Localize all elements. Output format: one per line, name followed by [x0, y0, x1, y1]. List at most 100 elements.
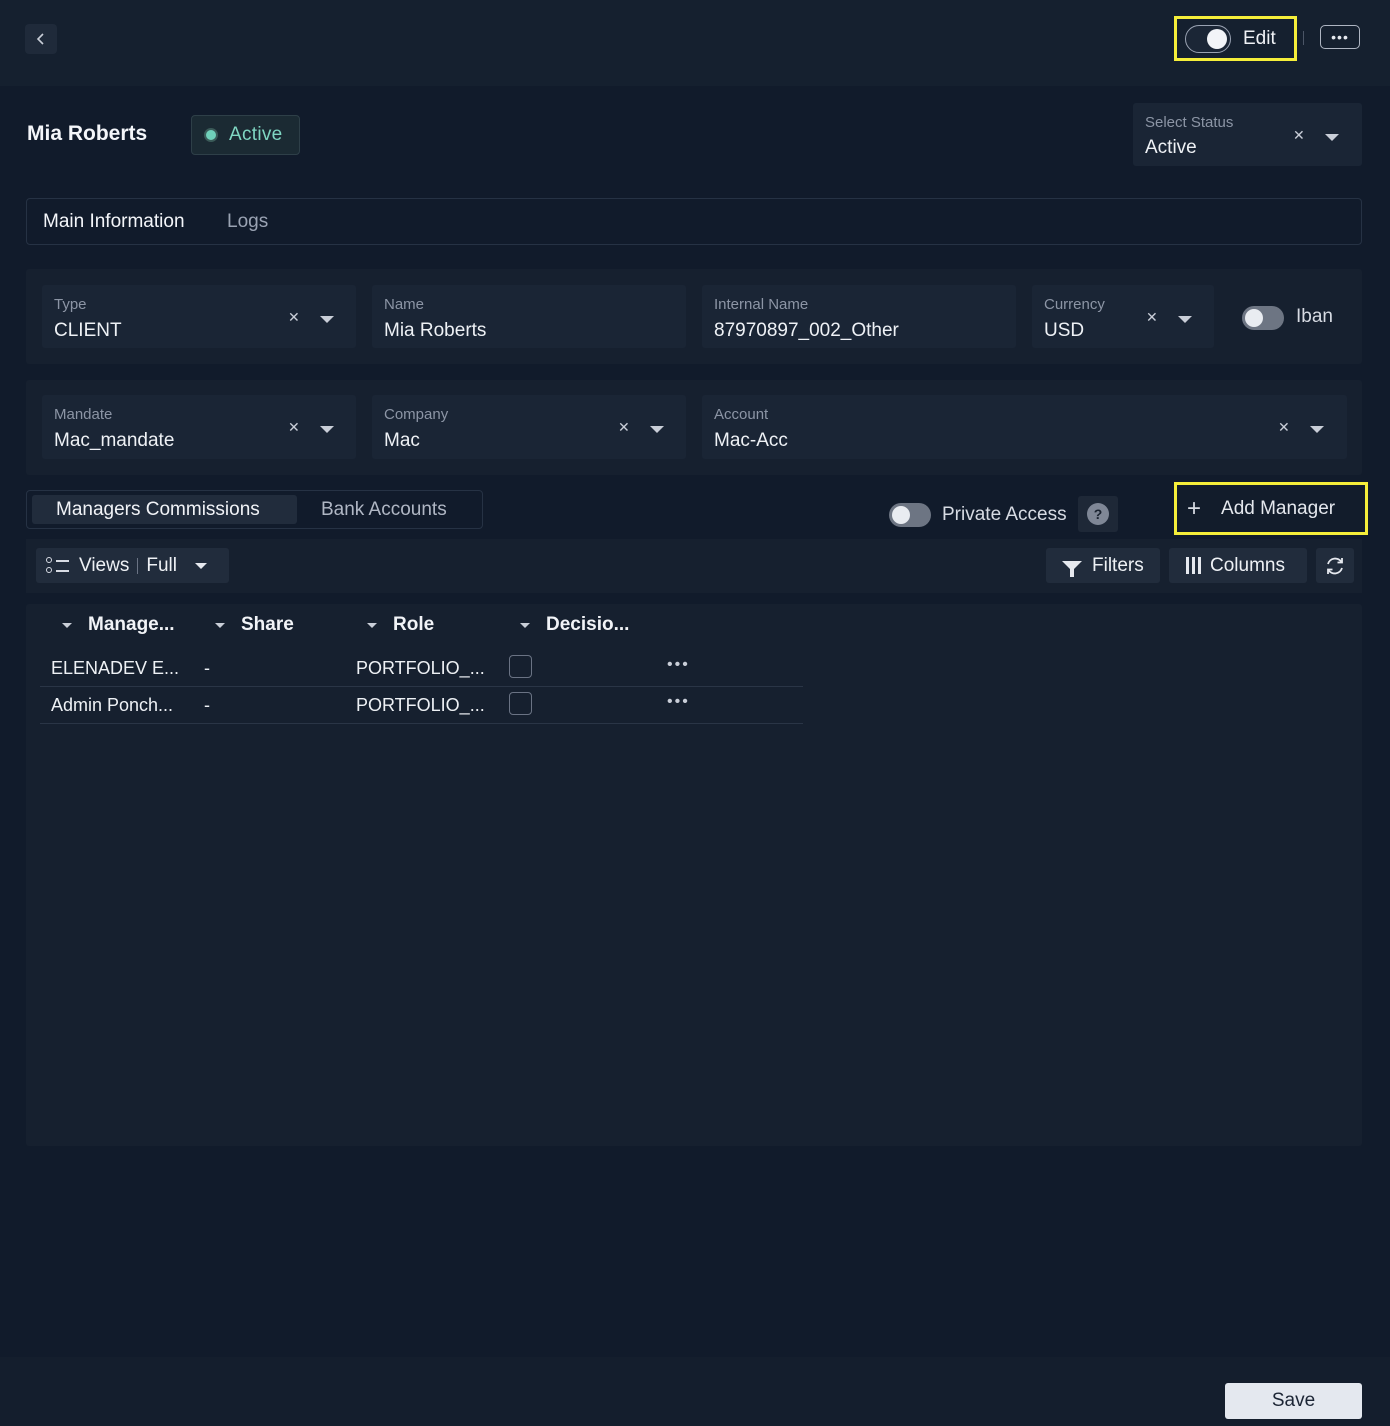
- views-dropdown[interactable]: Views Full: [36, 548, 229, 583]
- sort-icon[interactable]: [62, 622, 72, 628]
- refresh-button[interactable]: [1316, 548, 1354, 583]
- company-dropdown[interactable]: Company Mac ✕: [372, 395, 686, 459]
- name-value: Mia Roberts: [384, 320, 487, 341]
- caret-down-icon: [194, 562, 207, 569]
- caret-down-icon[interactable]: [650, 426, 664, 433]
- type-value: CLIENT: [54, 320, 122, 341]
- sub-tabs: Managers Commissions Bank Accounts: [26, 490, 483, 529]
- share-cell: -: [204, 695, 210, 715]
- plus-icon: +: [1187, 494, 1202, 522]
- private-access-label: Private Access: [942, 504, 1067, 525]
- row-actions-icon[interactable]: •••: [667, 693, 690, 711]
- decision-checkbox[interactable]: [509, 692, 532, 715]
- filters-button[interactable]: Filters: [1046, 548, 1160, 583]
- mandate-value: Mac_mandate: [54, 430, 175, 451]
- page-title: Mia Roberts: [27, 122, 148, 145]
- manager-cell: Admin Ponch...: [51, 695, 174, 715]
- mandate-dropdown[interactable]: Mandate Mac_mandate ✕: [42, 395, 356, 459]
- row-actions-icon[interactable]: •••: [667, 656, 690, 674]
- sort-icon[interactable]: [367, 622, 377, 628]
- select-status-dropdown[interactable]: Select Status Active ✕: [1133, 103, 1362, 166]
- ellipsis-icon: •••: [1331, 29, 1349, 45]
- role-cell: PORTFOLIO_...: [356, 658, 485, 678]
- internal-name-value: 87970897_002_Other: [714, 320, 899, 341]
- sort-icon[interactable]: [520, 622, 530, 628]
- column-header-decision[interactable]: Decisio...: [520, 614, 629, 636]
- views-value: Full: [146, 554, 177, 576]
- list-icon: [46, 556, 70, 575]
- clear-icon[interactable]: ✕: [1293, 127, 1305, 144]
- add-manager-button[interactable]: + Add Manager: [1174, 482, 1368, 535]
- account-dropdown[interactable]: Account Mac-Acc ✕: [702, 395, 1347, 459]
- name-label: Name: [384, 296, 425, 313]
- sort-icon[interactable]: [215, 622, 225, 628]
- account-value: Mac-Acc: [714, 430, 788, 451]
- account-label: Account: [714, 406, 769, 423]
- select-status-value: Active: [1145, 137, 1197, 158]
- help-icon: ?: [1087, 503, 1109, 525]
- refresh-icon: [1327, 557, 1343, 574]
- clear-icon[interactable]: ✕: [1146, 309, 1158, 326]
- decision-checkbox[interactable]: [509, 655, 532, 678]
- columns-button[interactable]: Columns: [1169, 548, 1307, 583]
- edit-label: Edit: [1243, 27, 1276, 49]
- top-bar: Edit •••: [0, 0, 1390, 86]
- clear-icon[interactable]: ✕: [1278, 419, 1290, 436]
- clear-icon[interactable]: ✕: [288, 309, 300, 326]
- managers-grid: Manage... Share Role Decisio... ELENADEV…: [26, 604, 1362, 1146]
- edit-mode-toggle[interactable]: Edit: [1174, 16, 1297, 61]
- caret-down-icon[interactable]: [1325, 134, 1339, 141]
- role-cell: PORTFOLIO_...: [356, 695, 485, 715]
- tab-bank-accounts[interactable]: Bank Accounts: [321, 499, 447, 521]
- back-button[interactable]: [25, 24, 57, 54]
- manager-cell: ELENADEV E...: [51, 658, 180, 678]
- tab-main-information[interactable]: Main Information: [43, 211, 185, 233]
- views-label: Views: [79, 554, 130, 576]
- name-field[interactable]: Name Mia Roberts: [372, 285, 686, 348]
- filter-icon: [1062, 560, 1082, 577]
- company-value: Mac: [384, 430, 420, 451]
- tab-logs[interactable]: Logs: [227, 211, 268, 233]
- type-dropdown[interactable]: Type CLIENT ✕: [42, 285, 356, 348]
- tab-managers-commissions[interactable]: Managers Commissions: [32, 495, 297, 524]
- internal-name-label: Internal Name: [714, 296, 809, 313]
- columns-icon: [1186, 557, 1201, 574]
- mandate-label: Mandate: [54, 406, 113, 423]
- column-header-role[interactable]: Role: [367, 614, 434, 636]
- currency-label: Currency: [1044, 296, 1105, 313]
- clear-icon[interactable]: ✕: [618, 419, 630, 436]
- main-tabs: Main Information Logs: [26, 198, 1362, 245]
- caret-down-icon[interactable]: [320, 426, 334, 433]
- currency-dropdown[interactable]: Currency USD ✕: [1032, 285, 1214, 348]
- more-options-button[interactable]: •••: [1320, 25, 1360, 49]
- columns-label: Columns: [1210, 554, 1285, 576]
- column-header-manager[interactable]: Manage...: [62, 614, 175, 636]
- edit-switch[interactable]: [1185, 24, 1231, 53]
- iban-switch[interactable]: [1242, 306, 1284, 330]
- select-status-label: Select Status: [1145, 114, 1234, 131]
- clear-icon[interactable]: ✕: [288, 419, 300, 436]
- status-badge-label: Active: [229, 124, 283, 145]
- internal-name-field[interactable]: Internal Name 87970897_002_Other: [702, 285, 1016, 348]
- type-label: Type: [54, 296, 87, 313]
- help-button[interactable]: ?: [1078, 496, 1118, 532]
- status-dot-icon: [204, 128, 218, 142]
- private-access-switch[interactable]: [889, 503, 931, 527]
- table-row[interactable]: ELENADEV E... - PORTFOLIO_... •••: [40, 650, 803, 687]
- caret-down-icon[interactable]: [320, 316, 334, 323]
- column-header-share[interactable]: Share: [215, 614, 294, 636]
- footer-bar: Save: [0, 1357, 1390, 1426]
- iban-label: Iban: [1296, 306, 1333, 327]
- filters-label: Filters: [1092, 554, 1144, 576]
- add-manager-label: Add Manager: [1221, 497, 1336, 519]
- currency-value: USD: [1044, 320, 1085, 341]
- caret-down-icon[interactable]: [1178, 316, 1192, 323]
- share-cell: -: [204, 658, 210, 678]
- save-button[interactable]: Save: [1225, 1383, 1362, 1419]
- caret-down-icon[interactable]: [1310, 426, 1324, 433]
- table-row[interactable]: Admin Ponch... - PORTFOLIO_... •••: [40, 687, 803, 724]
- grid-toolbar: Views Full Filters Columns: [26, 539, 1362, 593]
- views-separator: [137, 557, 139, 574]
- company-label: Company: [384, 406, 449, 423]
- chevron-left-icon: [36, 33, 44, 45]
